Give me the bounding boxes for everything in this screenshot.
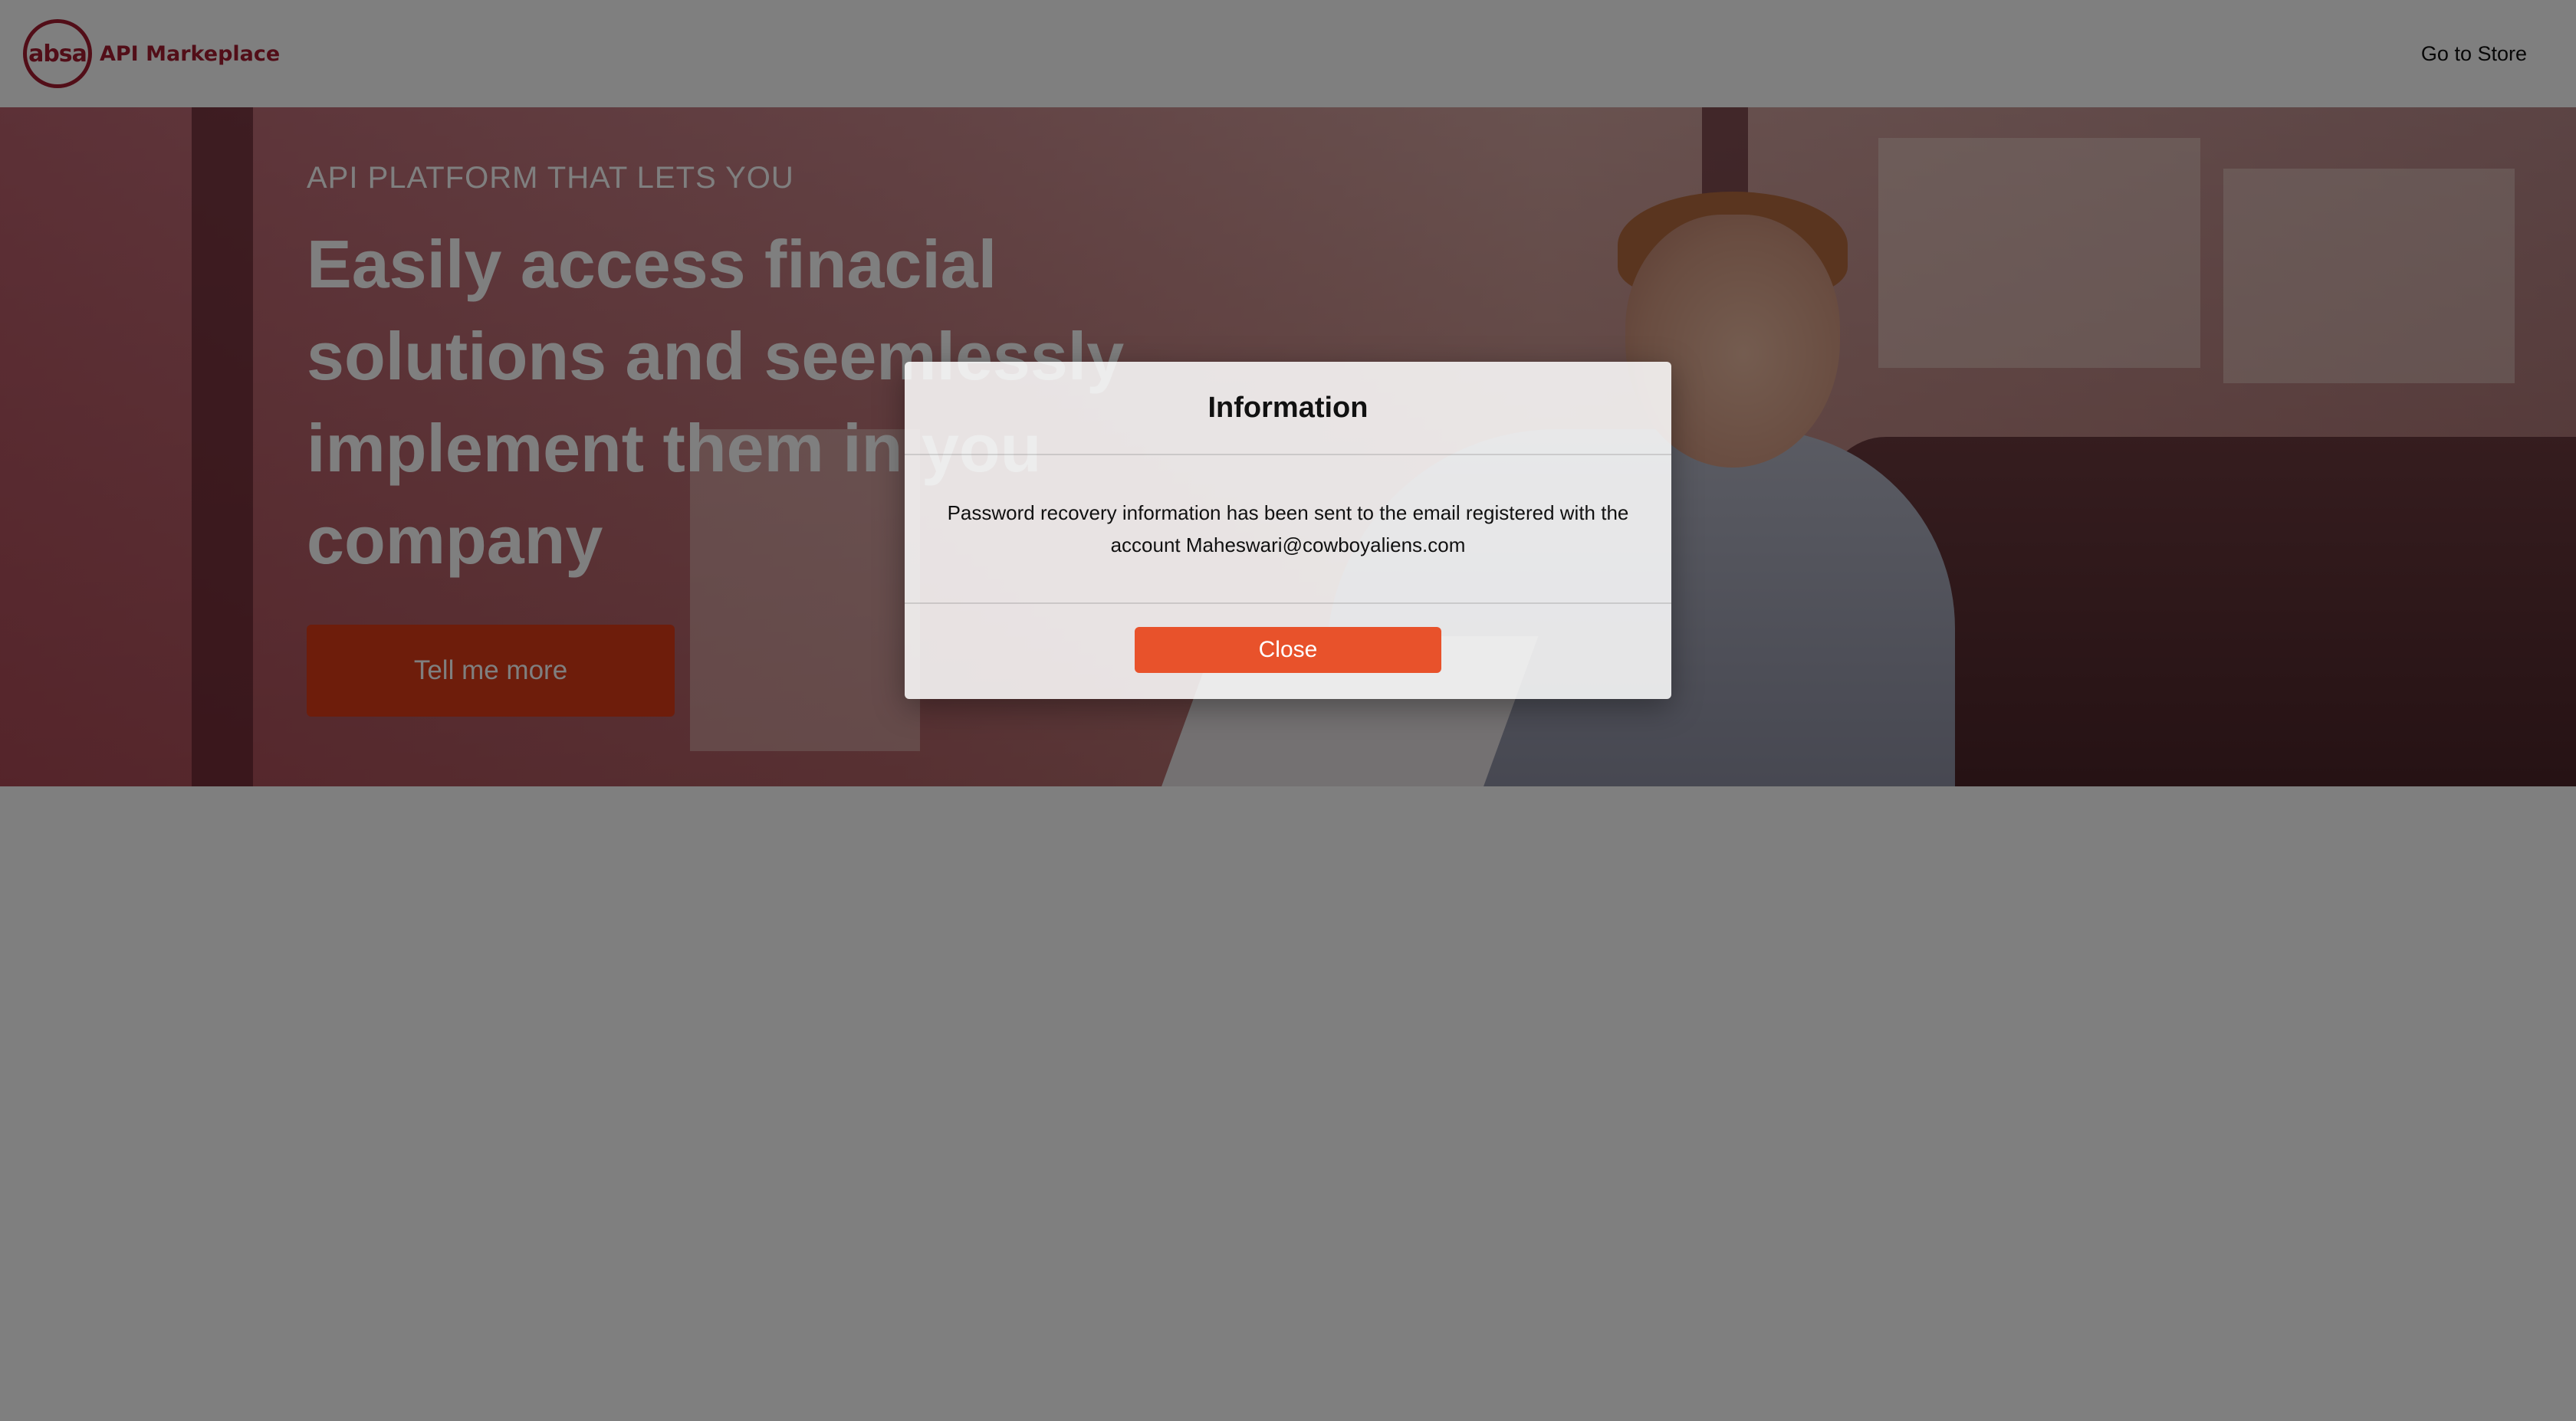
dialog-message: Password recovery information has been s… <box>947 501 1629 556</box>
modal-backdrop[interactable] <box>0 0 2576 1421</box>
dialog-footer: Close <box>905 604 1671 699</box>
dialog-header: Information <box>905 362 1671 455</box>
information-dialog: Information Password recovery informatio… <box>905 362 1671 699</box>
page: absa API Markeplace Go to Store API PLAT… <box>0 0 2576 1421</box>
dialog-body: Password recovery information has been s… <box>905 455 1671 604</box>
close-button[interactable]: Close <box>1135 627 1441 673</box>
dialog-title: Information <box>1208 391 1368 424</box>
